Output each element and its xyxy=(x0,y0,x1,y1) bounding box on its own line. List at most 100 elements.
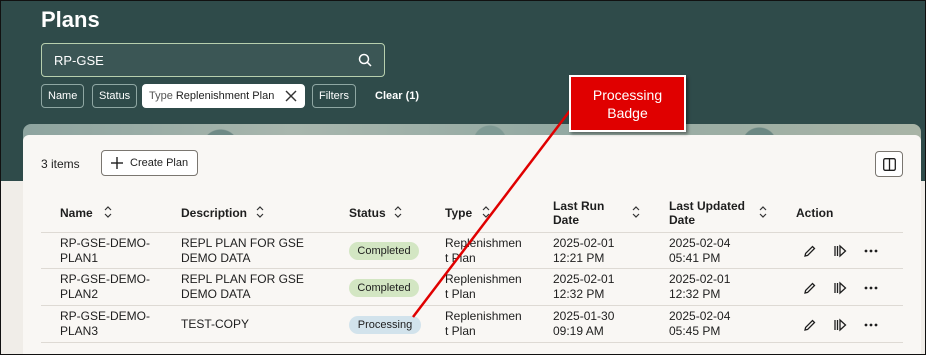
column-header-description-label: Description xyxy=(181,206,248,220)
column-header-type[interactable]: Type xyxy=(445,206,472,220)
column-header-type-label: Type xyxy=(445,206,473,220)
cell-description-line-1: TEST-COPY xyxy=(181,317,250,331)
cell-last-updated-time: 05:45 PM xyxy=(669,324,721,338)
sort-icon[interactable] xyxy=(104,206,112,218)
name-filter-label: Name xyxy=(48,90,78,102)
sort-icon[interactable] xyxy=(632,206,640,218)
run-icon[interactable] xyxy=(833,281,847,295)
column-header-name-label: Name xyxy=(60,206,93,220)
sort-icon[interactable] xyxy=(256,206,264,218)
callout-line-2: Badge xyxy=(607,105,648,121)
more-icon[interactable] xyxy=(864,318,878,332)
row-divider xyxy=(41,342,903,343)
cell-last-updated-time: 12:32 PM xyxy=(669,287,721,301)
cell-last-updated: 2025-02-04 05:41 PM xyxy=(669,236,730,266)
name-filter-chip[interactable]: Name xyxy=(41,84,85,108)
row-divider xyxy=(41,268,903,269)
column-header-status[interactable]: Status xyxy=(349,206,386,220)
cell-type-line-1: Replenishmen xyxy=(445,236,522,250)
column-header-description[interactable]: Description xyxy=(181,206,247,220)
cell-type-line-1: Replenishmen xyxy=(445,309,522,323)
search-icon[interactable] xyxy=(358,53,372,67)
panel-toggle-icon xyxy=(883,158,896,171)
cell-last-run-date: 2025-01-30 xyxy=(553,309,615,323)
sort-icon[interactable] xyxy=(759,206,767,218)
row-divider xyxy=(41,305,903,306)
more-icon[interactable] xyxy=(864,281,878,295)
create-plan-label: Create Plan xyxy=(130,157,189,169)
close-icon[interactable] xyxy=(285,90,297,102)
plans-panel: 3 items Create Plan Name Description Sta… xyxy=(23,135,921,354)
column-header-last-run-label-1: Last Run xyxy=(553,199,605,213)
cell-name: RP-GSE-DEMO- PLAN3 xyxy=(60,309,150,339)
column-header-last-updated-label-2: Date xyxy=(669,213,696,227)
cell-last-updated: 2025-02-01 12:32 PM xyxy=(669,272,730,302)
run-icon[interactable] xyxy=(833,244,847,258)
cell-last-run: 2025-02-01 12:32 PM xyxy=(553,272,614,302)
column-header-last-run[interactable]: Last Run Date xyxy=(553,199,604,227)
cell-type: Replenishmen t Plan xyxy=(445,309,522,339)
cell-name-line-1: RP-GSE-DEMO- xyxy=(60,272,150,286)
item-count: 3 items xyxy=(41,157,80,171)
status-badge: Processing xyxy=(349,316,421,334)
edit-icon[interactable] xyxy=(803,318,817,332)
status-badge: Completed xyxy=(349,279,419,297)
cell-description-line-2: DEMO DATA xyxy=(181,251,251,265)
cell-type-line-2: t Plan xyxy=(445,324,476,338)
cell-type: Replenishmen t Plan xyxy=(445,236,522,266)
type-filter-chip[interactable]: Type Replenishment Plan xyxy=(142,84,305,108)
cell-last-run-time: 12:21 PM xyxy=(553,251,605,265)
column-header-name[interactable]: Name xyxy=(60,206,93,220)
cell-description: REPL PLAN FOR GSE DEMO DATA xyxy=(181,272,304,302)
column-header-status-label: Status xyxy=(349,206,386,220)
cell-last-run-time: 12:32 PM xyxy=(553,287,605,301)
cell-description-line-1: REPL PLAN FOR GSE xyxy=(181,236,304,250)
cell-description: TEST-COPY xyxy=(181,317,249,332)
processing-badge-callout: Processing Badge xyxy=(569,75,686,132)
cell-type-line-2: t Plan xyxy=(445,251,476,265)
cell-last-run-time: 09:19 AM xyxy=(553,324,604,338)
cell-name-line-1: RP-GSE-DEMO- xyxy=(60,236,150,250)
cell-name-line-2: PLAN2 xyxy=(60,287,99,301)
edit-icon[interactable] xyxy=(803,281,817,295)
cell-type-line-2: t Plan xyxy=(445,287,476,301)
page-margin-right xyxy=(921,181,925,354)
cell-last-updated-date: 2025-02-01 xyxy=(669,272,731,286)
plus-icon xyxy=(111,157,123,169)
cell-last-run-date: 2025-02-01 xyxy=(553,272,615,286)
app-window: Plans RP-GSE Name Status Type Replenishme… xyxy=(0,0,926,355)
cell-name-line-2: PLAN3 xyxy=(60,324,99,338)
search-value: RP-GSE xyxy=(54,53,104,68)
status-filter-chip[interactable]: Status xyxy=(92,84,138,108)
cell-last-updated-time: 05:41 PM xyxy=(669,251,721,265)
column-header-last-updated[interactable]: Last Updated Date xyxy=(669,199,745,227)
filters-label: Filters xyxy=(319,90,349,102)
type-chip-prefix: Type xyxy=(149,90,173,102)
run-icon[interactable] xyxy=(833,318,847,332)
cell-name: RP-GSE-DEMO- PLAN2 xyxy=(60,272,150,302)
more-icon[interactable] xyxy=(864,244,878,258)
filters-button[interactable]: Filters xyxy=(312,84,356,108)
cell-last-run: 2025-01-30 09:19 AM xyxy=(553,309,614,339)
panel-toggle-button[interactable] xyxy=(875,151,903,177)
page-margin-left xyxy=(1,181,23,354)
sort-icon[interactable] xyxy=(394,206,402,218)
cell-description: REPL PLAN FOR GSE DEMO DATA xyxy=(181,236,304,266)
column-header-last-run-label-2: Date xyxy=(553,213,580,227)
cell-type-line-1: Replenishmen xyxy=(445,272,522,286)
page-title: Plans xyxy=(41,7,100,32)
cell-description-line-2: DEMO DATA xyxy=(181,287,251,301)
status-badge: Completed xyxy=(349,242,419,260)
cell-last-updated-date: 2025-02-04 xyxy=(669,236,731,250)
edit-icon[interactable] xyxy=(803,244,817,258)
sort-icon[interactable] xyxy=(482,206,490,218)
column-header-action: Action xyxy=(796,206,834,220)
cell-type: Replenishmen t Plan xyxy=(445,272,522,302)
type-chip-value: Replenishment Plan xyxy=(175,90,275,102)
create-plan-button[interactable]: Create Plan xyxy=(101,150,198,176)
clear-filters-link[interactable]: Clear (1) xyxy=(375,90,419,102)
cell-last-run-date: 2025-02-01 xyxy=(553,236,615,250)
cell-last-updated: 2025-02-04 05:45 PM xyxy=(669,309,730,339)
search-input[interactable]: RP-GSE xyxy=(41,43,385,77)
cell-name: RP-GSE-DEMO- PLAN1 xyxy=(60,236,150,266)
